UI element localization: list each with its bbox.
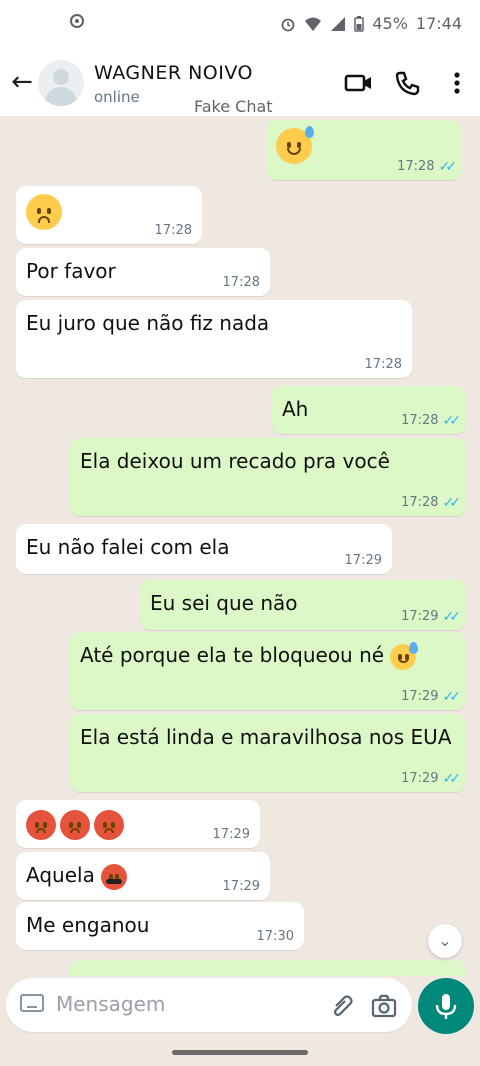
message-meta: 17:30 [257, 930, 294, 944]
watermark-text: Fake Chat [194, 97, 273, 116]
double-chevron-down-icon: ⌄ [438, 931, 452, 950]
gesture-nav-bar[interactable] [172, 1050, 308, 1055]
clock: 17:44 [415, 14, 462, 33]
message-bubble-incoming[interactable]: Me enganou 17:30 [16, 902, 304, 950]
message-time: 17:28 [397, 159, 435, 174]
video-call-icon[interactable] [342, 66, 376, 100]
microphone-icon [435, 994, 457, 1019]
message-text: Eu não falei com ela [26, 535, 230, 559]
message-bubble-incoming[interactable]: 17:29 [16, 800, 260, 848]
scroll-down-button[interactable]: ⌄ [428, 924, 462, 958]
message-meta: 17:29 [213, 828, 250, 842]
message-bubble-incoming[interactable]: Eu não falei com ela 17:29 [16, 524, 392, 574]
angry-face-emoji [26, 809, 56, 840]
message-meta: 17:28 [155, 224, 192, 238]
message-meta: 17:28 [223, 276, 260, 290]
message-time: 17:29 [401, 771, 439, 786]
read-ticks-icon: ✓✓ [442, 495, 462, 511]
message-time: 17:29 [401, 609, 439, 624]
message-time: 17:28 [401, 413, 439, 428]
message-bubble-outgoing[interactable]: Ela deixou um recado pra você 17:28 ✓✓ [70, 438, 466, 516]
keyboard-icon[interactable] [20, 994, 44, 1012]
read-ticks-icon: ✓✓ [442, 609, 462, 625]
phone-call-icon[interactable] [390, 66, 424, 100]
message-bubble-outgoing[interactable]: Até porque ela te bloqueou né 17:29 ✓✓ [70, 632, 466, 710]
message-time: 17:29 [212, 827, 250, 842]
message-time: 17:28 [401, 495, 439, 510]
camera-icon[interactable] [370, 992, 398, 1020]
battery-icon [354, 15, 365, 32]
wifi-icon [305, 17, 322, 31]
read-ticks-icon: ✓✓ [442, 771, 462, 787]
message-meta: 17:28 ✓✓ [397, 159, 458, 175]
message-meta: 17:28 ✓✓ [401, 413, 462, 429]
angry-face-emoji [60, 809, 90, 840]
message-placeholder: Mensagem [56, 992, 166, 1016]
message-time: 17:29 [344, 553, 382, 568]
face-with-symbols-emoji [101, 863, 128, 890]
voice-message-button[interactable] [418, 978, 474, 1034]
signal-icon [331, 16, 346, 31]
message-meta: 17:29 [223, 880, 260, 894]
status-right: 45% 17:44 [280, 14, 462, 33]
message-input[interactable]: Mensagem [6, 978, 412, 1032]
avatar[interactable] [38, 60, 84, 106]
message-text: Aquela [26, 863, 95, 887]
worried-face-emoji [26, 194, 62, 230]
grinning-sweat-emoji [390, 641, 419, 670]
message-bubble-incoming[interactable]: 17:28 [16, 186, 202, 244]
notification-icon [70, 14, 84, 28]
message-bubble-outgoing[interactable]: Ah 17:28 ✓✓ [272, 386, 466, 434]
back-arrow-icon[interactable]: ← [8, 68, 36, 96]
message-time: 17:29 [401, 689, 439, 704]
message-meta: 17:29 [345, 554, 382, 568]
message-text: Eu juro que não fiz nada [26, 311, 270, 335]
message-bubble-outgoing[interactable]: 17:28 ✓✓ [266, 120, 462, 180]
attachment-icon[interactable] [328, 992, 356, 1020]
message-bubble-outgoing[interactable]: Eu sei que não 17:29 ✓✓ [140, 580, 466, 630]
angry-face-emoji [94, 809, 124, 840]
message-bubble-outgoing-partial[interactable] [70, 960, 466, 976]
message-meta: 17:28 [365, 358, 402, 372]
message-time: 17:28 [154, 223, 192, 238]
read-ticks-icon: ✓✓ [438, 159, 458, 175]
message-meta: 17:29 ✓✓ [401, 689, 462, 705]
message-text: Ah [282, 397, 309, 421]
message-meta: 17:29 ✓✓ [401, 609, 462, 625]
more-options-icon[interactable] [440, 66, 474, 100]
message-text: Eu sei que não [150, 591, 298, 615]
message-time: 17:28 [364, 357, 402, 372]
message-meta: 17:28 ✓✓ [401, 495, 462, 511]
message-text: Até porque ela te bloqueou né [80, 643, 385, 667]
read-ticks-icon: ✓✓ [442, 413, 462, 429]
message-bubble-outgoing[interactable]: Ela está linda e maravilhosa nos EUA 17:… [70, 714, 466, 792]
chat-area[interactable]: 17:28 ✓✓ 17:28 Por favor 17:28 Eu juro qu… [0, 116, 480, 976]
chat-header: ← WAGNER NOIVO online Fake Chat [0, 50, 480, 116]
message-bubble-incoming[interactable]: Aquela 17:29 [16, 852, 270, 900]
message-time: 17:30 [256, 929, 294, 944]
message-text: Me enganou [26, 913, 150, 937]
message-text: Ela deixou um recado pra você [80, 449, 390, 473]
grinning-sweat-emoji [276, 126, 314, 164]
battery-percent: 45% [372, 14, 408, 33]
alarm-icon [281, 18, 295, 31]
message-text: Por favor [26, 259, 116, 283]
message-bubble-incoming[interactable]: Eu juro que não fiz nada 17:28 [16, 300, 412, 378]
message-meta: 17:29 ✓✓ [401, 771, 462, 787]
message-time: 17:29 [222, 879, 260, 894]
message-text: Ela está linda e maravilhosa nos EUA [80, 725, 452, 749]
presence-status: online [94, 88, 140, 106]
contact-name[interactable]: WAGNER NOIVO [94, 62, 253, 84]
status-bar: 45% 17:44 [0, 0, 480, 50]
message-time: 17:28 [222, 275, 260, 290]
message-bubble-incoming[interactable]: Por favor 17:28 [16, 248, 270, 296]
read-ticks-icon: ✓✓ [442, 689, 462, 705]
